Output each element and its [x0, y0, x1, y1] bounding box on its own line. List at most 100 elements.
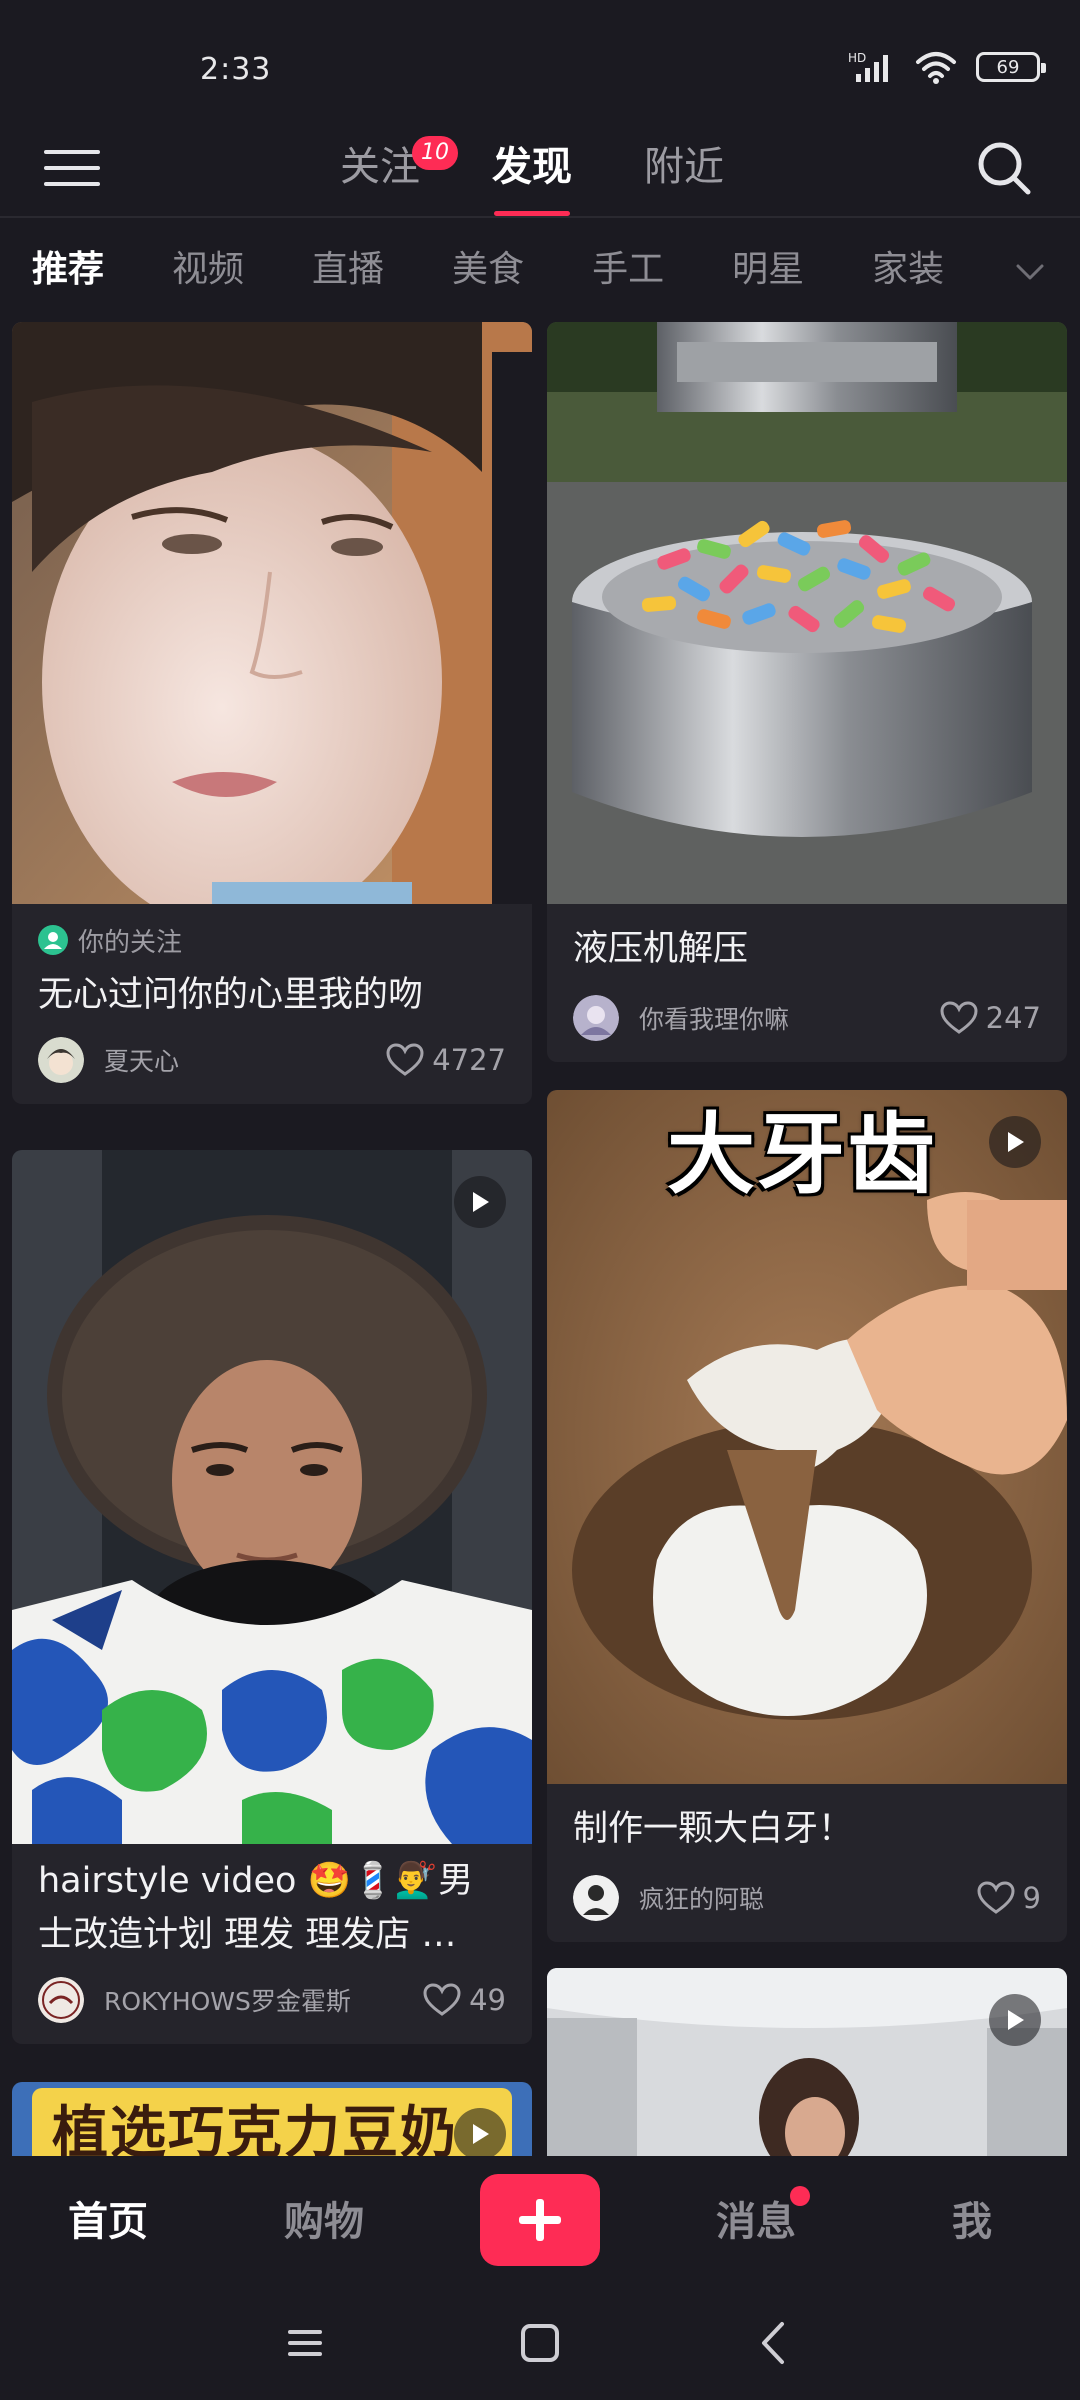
- feed-card[interactable]: 液压机解压 你看我理你嘛 247: [547, 322, 1067, 1062]
- back-icon[interactable]: [750, 2318, 800, 2368]
- menu-button[interactable]: [44, 140, 100, 196]
- home-icon[interactable]: [515, 2318, 565, 2368]
- heart-icon: [423, 1983, 461, 2016]
- card-meta: 夏天心 4727: [38, 1030, 506, 1090]
- card-body: 制作一颗大白牙！ 疯狂的阿聪 9: [547, 1802, 1067, 1928]
- system-nav-bar: [0, 2288, 1080, 2400]
- card-thumbnail: [12, 1150, 532, 1844]
- nav-home[interactable]: 首页: [28, 2156, 188, 2288]
- play-icon: [454, 1176, 506, 1228]
- card-overlay-text: 植选巧克力豆奶: [52, 2101, 458, 2156]
- heart-icon: [977, 1881, 1015, 1914]
- user-icon: [38, 925, 68, 955]
- category-list: 推荐 视频 直播 美食 手工 明星 家装: [32, 242, 944, 298]
- like-button[interactable]: 247: [940, 1001, 1041, 1035]
- card-thumbnail: [547, 322, 1067, 904]
- top-nav: 关注 10 发现 附近: [0, 120, 1080, 218]
- avatar[interactable]: [38, 1037, 84, 1083]
- card-body: 液压机解压 你看我理你嘛 247: [547, 922, 1067, 1048]
- airplane-cabin-image: [547, 1968, 1067, 2156]
- card-title: 无心过问你的心里我的吻: [38, 975, 424, 1015]
- like-count: 247: [985, 1001, 1041, 1035]
- category-live[interactable]: 直播: [312, 242, 384, 298]
- author-name[interactable]: 你看我理你嘛: [639, 1000, 940, 1036]
- nav-me[interactable]: 我: [892, 2156, 1052, 2288]
- card-overlay-text: 大牙齿: [667, 1103, 938, 1206]
- signal-icon: HD: [848, 51, 888, 82]
- tab-discover[interactable]: 发现: [492, 132, 572, 216]
- category-handcraft[interactable]: 手工: [592, 242, 664, 298]
- plus-icon: [519, 2199, 561, 2241]
- tab-nearby-label: 附近: [644, 144, 724, 190]
- feed-card[interactable]: 植选巧克力豆奶: [12, 2082, 532, 2156]
- card-title: 制作一颗大白牙！: [573, 1809, 854, 1849]
- card-thumbnail: 大牙齿: [547, 1090, 1067, 1784]
- tab-follow[interactable]: 关注 10: [340, 132, 458, 212]
- card-meta: 你看我理你嘛 247: [573, 988, 1041, 1048]
- card-meta: ROKYHOWS罗金霍斯 49: [38, 1970, 506, 2030]
- card-thumbnail: [547, 1968, 1067, 2156]
- feed-card[interactable]: 大牙齿 制作一颗大白牙！ 疯狂的阿聪 9: [547, 1090, 1067, 1942]
- play-icon: [454, 2108, 506, 2156]
- feed-card[interactable]: 你的关注 无心过问你的心里我的吻 夏天心 4727: [12, 322, 532, 1104]
- like-button[interactable]: 49: [423, 1983, 506, 2017]
- like-button[interactable]: 4727: [386, 1043, 506, 1077]
- author-name[interactable]: 疯狂的阿聪: [639, 1880, 977, 1916]
- status-bar: 2:33 HD 69: [0, 0, 1080, 120]
- like-count: 49: [469, 1983, 506, 2017]
- create-button[interactable]: [480, 2174, 600, 2266]
- following-tag-label: 你的关注: [78, 927, 183, 958]
- menu-icon: [44, 150, 100, 154]
- status-time: 2:33: [200, 52, 272, 87]
- menu-icon-line: [44, 166, 100, 170]
- nav-tabs: 关注 10 发现 附近: [340, 132, 724, 216]
- battery-level: 69: [996, 56, 1020, 78]
- card-meta: 疯狂的阿聪 9: [573, 1868, 1041, 1928]
- feed-card[interactable]: hairstyle video 🤩💈💇‍♂️男士改造计划 理发 理发店 … RO…: [12, 1150, 532, 2044]
- feed: 你的关注 无心过问你的心里我的吻 夏天心 4727 hairstyle vide…: [0, 322, 1080, 2156]
- category-celebrity[interactable]: 明星: [732, 242, 804, 298]
- card-thumbnail: 植选巧克力豆奶: [12, 2082, 532, 2156]
- avatar[interactable]: [573, 995, 619, 1041]
- bottom-nav: 首页 购物 消息 我: [0, 2156, 1080, 2288]
- play-icon: [989, 1116, 1041, 1168]
- card-title: hairstyle video 🤩💈💇‍♂️男士改造计划 理发 理发店 …: [38, 1861, 474, 1955]
- card-body: hairstyle video 🤩💈💇‍♂️男士改造计划 理发 理发店 … RO…: [12, 1854, 532, 2030]
- tab-follow-label: 关注: [340, 144, 420, 190]
- nav-shop[interactable]: 购物: [244, 2156, 404, 2288]
- tab-discover-label: 发现: [492, 144, 572, 190]
- like-count: 9: [1022, 1881, 1041, 1915]
- category-video[interactable]: 视频: [172, 242, 244, 298]
- like-count: 4727: [432, 1043, 506, 1077]
- author-name[interactable]: ROKYHOWS罗金霍斯: [104, 1982, 423, 2018]
- portrait-image: [12, 322, 532, 904]
- nav-messages[interactable]: 消息: [676, 2156, 836, 2288]
- tab-nearby[interactable]: 附近: [644, 132, 724, 212]
- wifi-icon: [916, 52, 956, 84]
- hydraulic-press-image: [547, 322, 1067, 904]
- card-body: 你的关注 无心过问你的心里我的吻 夏天心 4727: [12, 920, 532, 1090]
- feed-card[interactable]: [547, 1968, 1067, 2156]
- haircut-video-image: [12, 1150, 532, 1844]
- author-name[interactable]: 夏天心: [104, 1042, 386, 1078]
- heart-icon: [940, 1001, 978, 1034]
- category-bar: 推荐 视频 直播 美食 手工 明星 家装: [0, 220, 1080, 322]
- category-food[interactable]: 美食: [452, 242, 524, 298]
- status-icons: HD 69: [848, 50, 1046, 84]
- avatar[interactable]: [573, 1875, 619, 1921]
- card-title: 液压机解压: [573, 929, 749, 969]
- category-recommend[interactable]: 推荐: [32, 242, 104, 298]
- chevron-down-icon[interactable]: [1010, 252, 1050, 292]
- category-fade: [930, 220, 1080, 322]
- avatar[interactable]: [38, 1977, 84, 2023]
- battery-icon: 69: [976, 52, 1046, 82]
- heart-icon: [386, 1043, 424, 1076]
- follow-count-badge: 10: [412, 136, 458, 170]
- network-label: HD: [848, 51, 866, 65]
- following-tag: 你的关注: [38, 920, 506, 960]
- recents-icon[interactable]: [280, 2318, 330, 2368]
- menu-icon-line: [44, 182, 100, 186]
- search-icon[interactable]: [974, 138, 1034, 198]
- play-icon: [989, 1994, 1041, 2046]
- like-button[interactable]: 9: [977, 1881, 1041, 1915]
